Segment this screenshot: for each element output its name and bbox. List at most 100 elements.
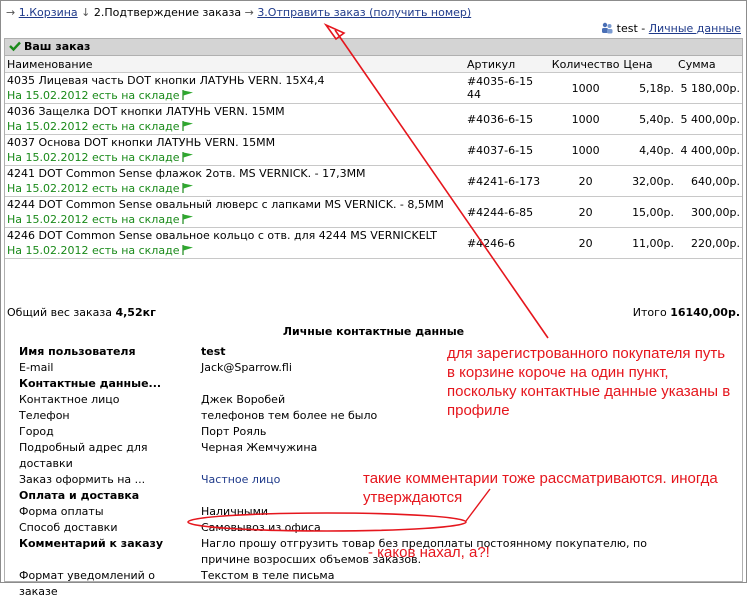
item-qty: 1000 bbox=[549, 72, 622, 104]
table-row: 4246 DOT Common Sense овальное кольцо с … bbox=[5, 227, 742, 259]
item-price: 32,00р. bbox=[621, 165, 677, 197]
order-items-table: Наименование Артикул Количество Цена Сум… bbox=[5, 56, 742, 259]
contact-value: Порт Рояль bbox=[201, 425, 267, 438]
flag-icon bbox=[182, 152, 194, 162]
item-stock-status: На 15.02.2012 есть на складе bbox=[7, 243, 463, 258]
item-stock-status: На 15.02.2012 есть на складе bbox=[7, 181, 463, 196]
item-article: #4036-6-15 bbox=[464, 103, 550, 135]
contact-label: Контактное лицо bbox=[19, 393, 120, 406]
item-name-cell: 4246 DOT Common Sense овальное кольцо с … bbox=[5, 227, 465, 259]
weight-value: 4,52кг bbox=[115, 306, 156, 319]
item-name: 4037 Основа DOT кнопки ЛАТУНЬ VERN. 15MM bbox=[7, 136, 276, 149]
item-qty: 20 bbox=[549, 227, 622, 259]
contact-row: Подробный адрес для доставки Черная Жемчу… bbox=[19, 440, 659, 472]
username: test bbox=[616, 22, 638, 35]
step-cart-link[interactable]: 1.Корзина bbox=[19, 6, 78, 19]
contact-label: E-mail bbox=[19, 361, 54, 374]
contact-value: Текстом в теле письма bbox=[201, 569, 335, 582]
annotation-note-profile: для зарегистрованного покупателя путь в … bbox=[447, 345, 731, 419]
contact-label: Заказ оформить на ... bbox=[19, 473, 146, 486]
checkout-steps: → 1.Корзина ↓ 2.Подтверждение заказа → 3… bbox=[6, 6, 471, 19]
item-name-cell: 4035 Лицевая часть DOT кнопки ЛАТУНЬ VER… bbox=[5, 72, 465, 104]
contact-label: Форма оплаты bbox=[19, 505, 104, 518]
item-article: #4246-6 bbox=[464, 227, 550, 259]
contact-row: Формат уведомлений о заказе Текстом в тел… bbox=[19, 568, 659, 600]
total-value: 16140,00р. bbox=[670, 306, 740, 319]
item-price: 4,40р. bbox=[621, 134, 677, 166]
column-header-sum: Сумма bbox=[676, 56, 742, 73]
item-sum: 4 400,00р. bbox=[676, 134, 742, 166]
table-row: 4035 Лицевая часть DOT кнопки ЛАТУНЬ VER… bbox=[5, 72, 742, 104]
contact-row: Город Порт Рояль bbox=[19, 424, 659, 440]
item-article: #4241-6-173 bbox=[464, 165, 550, 197]
weight-label: Общий вес заказа bbox=[7, 306, 112, 319]
contact-label: Формат уведомлений о заказе bbox=[19, 569, 156, 598]
contact-label: Телефон bbox=[19, 409, 70, 422]
item-price: 11,00р. bbox=[621, 227, 677, 259]
contact-label: Имя пользователя bbox=[19, 345, 136, 358]
item-name: 4036 Защелка DOT кнопки ЛАТУНЬ VERN. 15M… bbox=[7, 105, 285, 118]
order-panel-header: Ваш заказ bbox=[5, 39, 742, 56]
item-name: 4241 DOT Common Sense флажок 2отв. MS VE… bbox=[7, 167, 366, 180]
order-totals: Общий вес заказа 4,52кг Итого 16140,00р. bbox=[7, 305, 740, 321]
item-stock-status: На 15.02.2012 есть на складе bbox=[7, 212, 463, 227]
item-sum: 640,00р. bbox=[676, 165, 742, 197]
flag-icon bbox=[182, 121, 194, 131]
item-article: #4244-6-85 bbox=[464, 196, 550, 228]
step-send-link[interactable]: 3.Отправить заказ (получить номер) bbox=[257, 6, 471, 19]
table-row: 4037 Основа DOT кнопки ЛАТУНЬ VERN. 15MM… bbox=[5, 134, 742, 166]
arrow-right-icon: → bbox=[6, 6, 16, 19]
item-qty: 1000 bbox=[549, 134, 622, 166]
user-box: test - Личные данные bbox=[601, 22, 741, 35]
item-sum: 300,00р. bbox=[676, 196, 742, 228]
item-qty: 20 bbox=[549, 165, 622, 197]
table-row: 4036 Защелка DOT кнопки ЛАТУНЬ VERN. 15M… bbox=[5, 103, 742, 135]
flag-icon bbox=[182, 245, 194, 255]
item-stock-status: На 15.02.2012 есть на складе bbox=[7, 150, 463, 165]
contacts-title: Личные контактные данные bbox=[282, 325, 465, 338]
user-separator: - bbox=[641, 22, 646, 35]
item-article: #4037-6-15 bbox=[464, 134, 550, 166]
contact-label: Подробный адрес для доставки bbox=[19, 441, 148, 470]
column-header-article: Артикул bbox=[464, 56, 550, 73]
personal-data-link[interactable]: Личные данные bbox=[649, 22, 741, 35]
item-stock-status: На 15.02.2012 есть на складе bbox=[7, 119, 463, 134]
table-row: 4241 DOT Common Sense флажок 2отв. MS VE… bbox=[5, 165, 742, 197]
contact-value: Черная Жемчужина bbox=[201, 441, 318, 454]
table-row: 4244 DOT Common Sense овальный люверс с … bbox=[5, 196, 742, 228]
arrow-down-icon: ↓ bbox=[81, 6, 91, 19]
column-header-qty: Количество bbox=[549, 56, 622, 73]
item-sum: 220,00р. bbox=[676, 227, 742, 259]
annotation-note-comments: такие комментарии тоже рассматриваются. … bbox=[363, 470, 718, 506]
contact-label: Комментарий к заказу bbox=[19, 537, 164, 550]
user-icon bbox=[601, 22, 613, 34]
item-qty: 20 bbox=[549, 196, 622, 228]
contact-value: Самовывоз из офиса bbox=[201, 521, 321, 534]
item-qty: 1000 bbox=[549, 103, 622, 135]
arrow-right-icon: → bbox=[244, 6, 254, 19]
column-header-name: Наименование bbox=[5, 56, 465, 73]
contact-label: Способ доставки bbox=[19, 521, 118, 534]
item-name-cell: 4037 Основа DOT кнопки ЛАТУНЬ VERN. 15MM… bbox=[5, 134, 465, 166]
flag-icon bbox=[182, 214, 194, 224]
checkmark-icon bbox=[9, 41, 21, 52]
item-sum: 5 180,00р. bbox=[676, 72, 742, 104]
item-price: 5,18р. bbox=[621, 72, 677, 104]
item-price: 15,00р. bbox=[621, 196, 677, 228]
contact-label: Контактные данные... bbox=[19, 377, 162, 390]
flag-icon bbox=[182, 90, 194, 100]
column-header-price: Цена bbox=[621, 56, 677, 73]
item-name-cell: 4241 DOT Common Sense флажок 2отв. MS VE… bbox=[5, 165, 465, 197]
item-sum: 5 400,00р. bbox=[676, 103, 742, 135]
total-label: Итого bbox=[632, 306, 667, 319]
annotation-note-cheeky: - каков нахал, а?! bbox=[368, 544, 490, 561]
contact-label: Город bbox=[19, 425, 54, 438]
contact-label: Оплата и доставка bbox=[19, 489, 140, 502]
item-name-cell: 4036 Защелка DOT кнопки ЛАТУНЬ VERN. 15M… bbox=[5, 103, 465, 135]
item-name-cell: 4244 DOT Common Sense овальный люверс с … bbox=[5, 196, 465, 228]
order-panel-title: Ваш заказ bbox=[24, 40, 91, 53]
item-name: 4244 DOT Common Sense овальный люверс с … bbox=[7, 198, 444, 211]
table-header-row: Наименование Артикул Количество Цена Сум… bbox=[5, 56, 742, 73]
item-name: 4246 DOT Common Sense овальное кольцо с … bbox=[7, 229, 437, 242]
item-stock-status: На 15.02.2012 есть на складе bbox=[7, 88, 463, 103]
